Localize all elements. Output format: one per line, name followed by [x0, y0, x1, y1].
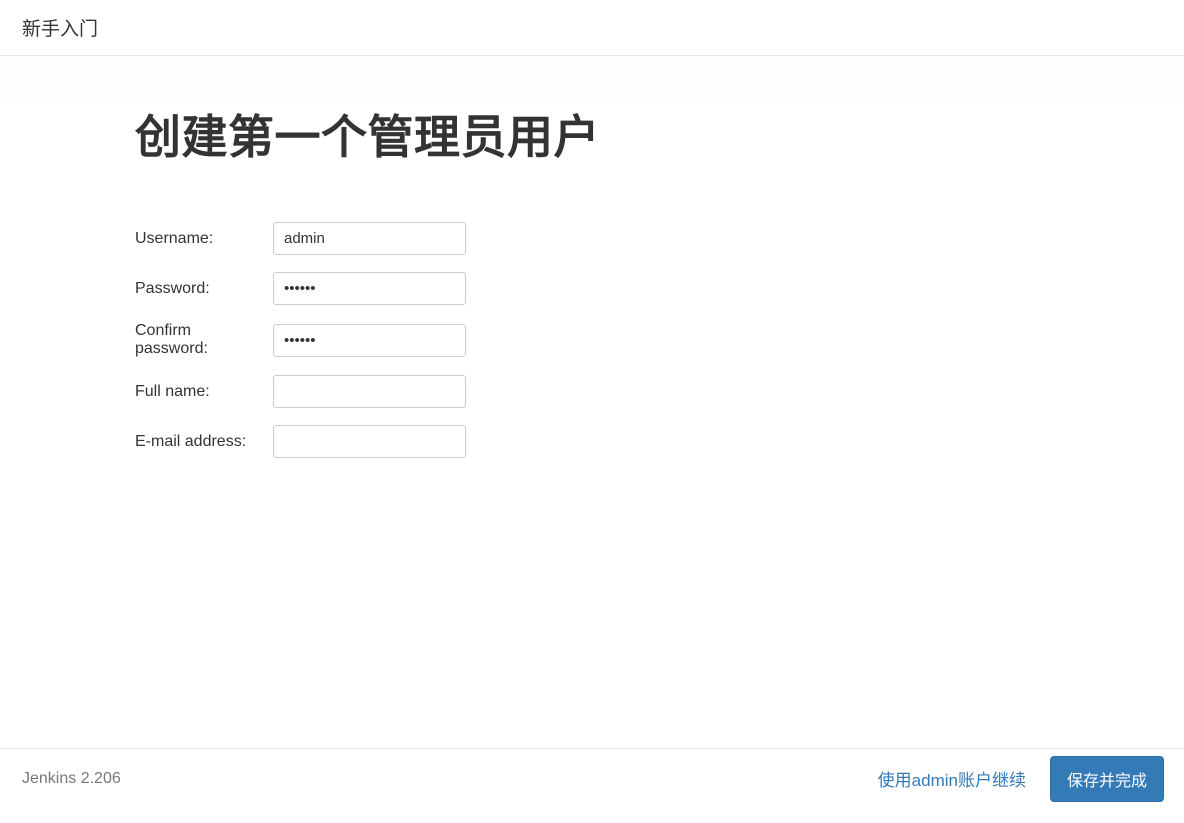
form-row-password: Password: [135, 272, 1184, 305]
password-label: Password: [135, 280, 273, 298]
confirm-password-label: Confirm password: [135, 322, 273, 358]
email-input[interactable] [273, 425, 466, 458]
main-content: 创建第一个管理员用户 Username: Password: Confirm p… [0, 56, 1184, 748]
save-and-finish-button[interactable]: 保存并完成 [1050, 756, 1164, 802]
form-row-email: E-mail address: [135, 425, 1184, 458]
username-label: Username: [135, 230, 273, 248]
form-row-fullname: Full name: [135, 375, 1184, 408]
password-input[interactable] [273, 272, 466, 305]
email-label: E-mail address: [135, 433, 273, 451]
continue-as-admin-link[interactable]: 使用admin账户继续 [878, 766, 1026, 791]
confirm-password-input[interactable] [273, 324, 466, 357]
header-bar: 新手入门 [0, 0, 1184, 56]
fullname-label: Full name: [135, 383, 273, 401]
footer-actions: 使用admin账户继续 保存并完成 [878, 756, 1164, 802]
form-row-username: Username: [135, 222, 1184, 255]
page-title: 创建第一个管理员用户 [135, 101, 1184, 167]
fullname-input[interactable] [273, 375, 466, 408]
footer-bar: Jenkins 2.206 使用admin账户继续 保存并完成 [0, 748, 1184, 808]
header-title: 新手入门 [22, 14, 98, 41]
version-label: Jenkins 2.206 [22, 770, 121, 788]
username-input[interactable] [273, 222, 466, 255]
form-row-confirm-password: Confirm password: [135, 322, 1184, 358]
